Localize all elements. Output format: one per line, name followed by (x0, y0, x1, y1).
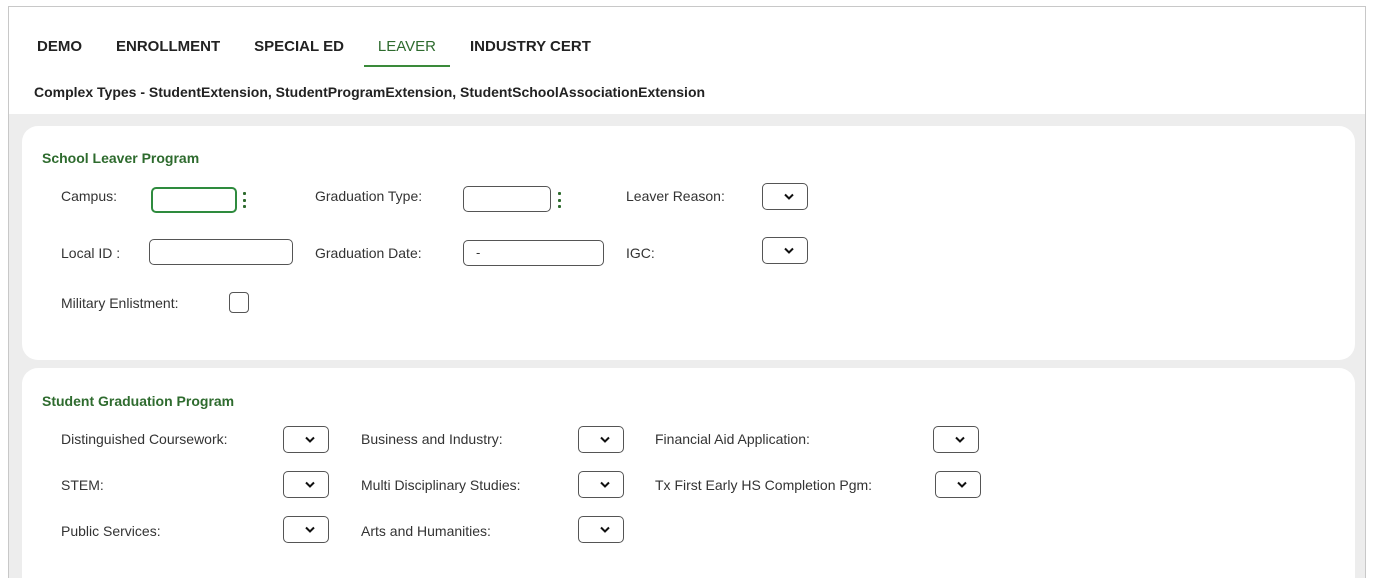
tab-bar: DEMO ENROLLMENT SPECIAL ED LEAVER INDUST… (37, 36, 625, 68)
leaver-reason-label: Leaver Reason: (626, 188, 725, 204)
tab-demo[interactable]: DEMO (37, 36, 82, 68)
chevron-down-icon (600, 481, 610, 488)
chevron-down-icon (305, 526, 315, 533)
school-leaver-title: School Leaver Program (42, 150, 200, 166)
campus-label: Campus: (61, 188, 118, 204)
graduation-type-lookup-icon[interactable] (557, 192, 561, 208)
local-id-input[interactable] (149, 239, 293, 265)
chevron-down-icon (305, 436, 315, 443)
complex-types-heading: Complex Types - StudentExtension, Studen… (34, 84, 706, 100)
arts-humanities-label: Arts and Humanities: (361, 523, 491, 539)
military-enlistment-checkbox[interactable] (229, 292, 249, 313)
tx-first-select[interactable] (935, 471, 981, 498)
tab-industry-cert[interactable]: INDUSTRY CERT (470, 36, 591, 68)
business-industry-select[interactable] (578, 426, 624, 453)
financial-aid-label: Financial Aid Application: (655, 431, 810, 447)
public-services-label: Public Services: (61, 523, 161, 539)
distinguished-coursework-label: Distinguished Coursework: (61, 431, 228, 447)
igc-label: IGC: (626, 245, 655, 261)
business-industry-label: Business and Industry: (361, 431, 503, 447)
graduation-date-label: Graduation Date: (315, 245, 422, 261)
campus-lookup-icon[interactable] (242, 192, 246, 208)
public-services-select[interactable] (283, 516, 329, 543)
financial-aid-select[interactable] (933, 426, 979, 453)
tx-first-label: Tx First Early HS Completion Pgm: (655, 477, 873, 493)
chevron-down-icon (305, 481, 315, 488)
graduation-type-label: Graduation Type: (315, 188, 423, 204)
campus-input[interactable] (151, 187, 237, 213)
stem-label: STEM: (61, 477, 104, 493)
chevron-down-icon (784, 247, 794, 254)
graduation-type-input[interactable] (463, 186, 551, 212)
tab-special-ed[interactable]: SPECIAL ED (254, 36, 344, 68)
igc-select[interactable] (762, 237, 808, 264)
local-id-label: Local ID : (61, 245, 121, 261)
graduation-date-input[interactable]: - (463, 240, 604, 266)
chevron-down-icon (600, 436, 610, 443)
chevron-down-icon (784, 193, 794, 200)
tab-enrollment[interactable]: ENROLLMENT (116, 36, 220, 68)
arts-humanities-select[interactable] (578, 516, 624, 543)
distinguished-coursework-select[interactable] (283, 426, 329, 453)
student-graduation-title: Student Graduation Program (42, 393, 235, 409)
multi-disciplinary-select[interactable] (578, 471, 624, 498)
chevron-down-icon (600, 526, 610, 533)
military-enlistment-label: Military Enlistment: (61, 295, 179, 311)
stem-select[interactable] (283, 471, 329, 498)
multi-disciplinary-label: Multi Disciplinary Studies: (361, 477, 521, 493)
tab-leaver[interactable]: LEAVER (363, 36, 451, 68)
chevron-down-icon (955, 436, 965, 443)
chevron-down-icon (957, 481, 967, 488)
leaver-reason-select[interactable] (762, 183, 808, 210)
